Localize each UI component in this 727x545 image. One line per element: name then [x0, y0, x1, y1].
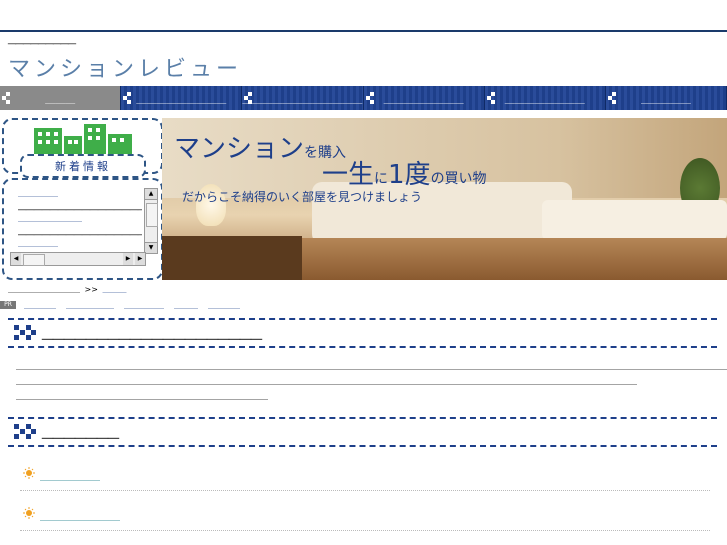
section-bullet-icon	[14, 424, 36, 439]
breadcrumb-current[interactable]: ＿＿＿	[103, 285, 127, 294]
section-header: ＿＿＿＿＿＿＿＿＿＿＿＿＿＿＿＿＿＿＿＿	[8, 318, 717, 348]
nav-item-2[interactable]: ＿＿＿＿＿＿＿＿＿	[121, 86, 243, 110]
scroll-down-icon[interactable]: ▼	[145, 242, 157, 253]
news-vertical-scrollbar[interactable]: ▲ ▼	[144, 188, 158, 254]
list-item[interactable]: ＿＿＿＿＿＿	[20, 460, 710, 491]
sofa-decoration	[542, 200, 727, 240]
news-list: ＿＿＿＿＿ ＿＿＿＿＿＿＿＿＿＿＿＿＿＿＿＿ ＿＿＿＿＿＿＿＿ ＿＿＿＿＿＿＿＿…	[18, 188, 142, 250]
nav-item-6[interactable]: ＿＿＿＿＿	[605, 86, 727, 110]
body-line: ＿＿＿＿＿＿＿＿＿＿＿＿＿＿＿＿＿＿＿＿＿＿＿＿＿＿＿＿＿＿＿＿＿＿＿＿＿＿＿＿…	[16, 377, 638, 387]
main-nav: ＿＿＿ ＿＿＿＿＿＿＿＿＿ ＿＿＿＿＿＿＿＿＿＿＿＿ ＿＿＿＿＿＿＿＿ ＿＿＿＿…	[0, 86, 727, 110]
banner-word: マンション	[174, 134, 305, 164]
nav-item-home[interactable]: ＿＿＿	[0, 86, 122, 110]
list-item-label[interactable]: ＿＿＿＿＿＿＿＿	[40, 508, 120, 523]
banner-word: の買い物	[430, 171, 487, 187]
section-body: ＿＿＿＿＿＿＿＿＿＿＿＿＿＿＿＿＿＿＿＿＿＿＿＿＿＿＿＿＿＿＿＿＿＿＿＿＿＿＿＿…	[16, 360, 727, 405]
arrow-icon	[607, 92, 616, 104]
arrow-icon	[2, 92, 10, 104]
banner-line-1: マンションを購入	[174, 128, 346, 165]
news-list-box: ＿＿＿＿＿ ＿＿＿＿＿＿＿＿＿＿＿＿＿＿＿＿ ＿＿＿＿＿＿＿＿ ＿＿＿＿＿＿＿＿…	[2, 178, 163, 280]
nav-label: ＿＿＿＿＿＿＿＿＿	[136, 94, 227, 106]
site-tagline: ＿＿＿＿＿＿＿＿＿	[8, 36, 76, 45]
news-panel: 新着情報 ＿＿＿＿＿ ＿＿＿＿＿＿＿＿＿＿＿＿＿＿＿＿ ＿＿＿＿＿＿＿＿ ＿＿＿…	[0, 118, 163, 280]
nav-label: ＿＿＿＿＿＿＿＿＿＿＿＿	[242, 94, 363, 106]
body-line: ＿＿＿＿＿＿＿＿＿＿＿＿＿＿＿＿＿＿＿＿＿＿＿＿＿＿＿＿	[16, 392, 269, 402]
nav-label: ＿＿＿＿＿＿＿＿	[383, 94, 464, 106]
scroll-thumb[interactable]	[23, 254, 45, 266]
scroll-thumb[interactable]	[146, 203, 158, 227]
nav-label: ＿＿＿	[45, 94, 76, 106]
pr-row: PR ＿＿＿＿ ＿＿＿＿＿＿ ＿＿＿＿＿ ＿＿＿ ＿＿＿＿	[0, 300, 250, 310]
pr-link[interactable]: ＿＿＿＿	[208, 300, 240, 311]
body-line: ＿＿＿＿＿＿＿＿＿＿＿＿＿＿＿＿＿＿＿＿＿＿＿＿＿＿＿＿＿＿＿＿＿＿＿＿＿＿＿＿…	[16, 362, 727, 372]
section-title: ＿＿＿＿＿＿＿	[42, 427, 119, 440]
nav-item-4[interactable]: ＿＿＿＿＿＿＿＿	[363, 86, 485, 110]
section-bullet-icon	[14, 325, 36, 340]
site-title[interactable]: マンションレビュー	[8, 51, 242, 83]
banner-word: に	[374, 171, 389, 187]
table-decoration	[162, 236, 302, 280]
banner-word: 1度	[388, 160, 431, 190]
arrow-icon	[123, 92, 132, 104]
nav-item-5[interactable]: ＿＿＿＿＿＿＿＿	[484, 86, 606, 110]
pr-link[interactable]: ＿＿＿	[174, 300, 198, 311]
hero-banner: マンションを購入 一生に1度の買い物 だからこそ納得のいく部屋を見つけましょう	[162, 118, 727, 280]
section-title: ＿＿＿＿＿＿＿＿＿＿＿＿＿＿＿＿＿＿＿＿	[42, 328, 262, 341]
pr-badge: PR	[0, 301, 16, 309]
list-item[interactable]: ＿＿＿＿＿＿＿＿	[20, 500, 710, 531]
news-link[interactable]: ＿＿＿＿＿＿＿＿	[18, 213, 142, 226]
list-item-label[interactable]: ＿＿＿＿＿＿	[40, 468, 100, 483]
arrow-icon	[365, 92, 374, 104]
news-horizontal-scrollbar[interactable]: ◀ ▶ ▶	[10, 252, 146, 266]
scroll-up-icon[interactable]: ▲	[145, 189, 157, 200]
sun-icon	[23, 507, 35, 519]
banner-line-3: だからこそ納得のいく部屋を見つけましょう	[182, 190, 423, 204]
scroll-right-small-icon[interactable]: ▶	[123, 253, 133, 265]
news-text: ＿＿＿＿＿＿＿＿＿＿＿＿＿＿＿＿＿＿＿＿＿	[18, 226, 142, 236]
banner-line-2: 一生に1度の買い物	[322, 154, 487, 191]
news-link[interactable]: ＿＿＿＿＿	[18, 238, 142, 250]
breadcrumb-home[interactable]: ＿＿＿＿＿＿＿＿＿	[8, 285, 80, 294]
nav-label: ＿＿＿＿＿＿＿＿	[504, 94, 585, 106]
pr-link[interactable]: ＿＿＿＿＿	[124, 300, 164, 311]
sun-icon	[23, 467, 35, 479]
breadcrumb-separator: >>	[84, 285, 98, 294]
arrow-icon	[244, 92, 253, 104]
news-text: ＿＿＿＿＿＿＿＿＿＿＿＿＿＿＿＿	[18, 201, 142, 211]
breadcrumb: ＿＿＿＿＿＿＿＿＿ >> ＿＿＿	[8, 284, 127, 295]
nav-item-3[interactable]: ＿＿＿＿＿＿＿＿＿＿＿＿	[242, 86, 364, 110]
banner-word: 一生	[322, 160, 375, 190]
scroll-left-icon[interactable]: ◀	[11, 253, 21, 265]
pr-link[interactable]: ＿＿＿＿	[24, 300, 56, 311]
nav-label: ＿＿＿＿＿	[640, 94, 691, 106]
pr-link[interactable]: ＿＿＿＿＿＿	[66, 300, 114, 311]
news-title: 新着情報	[20, 154, 146, 178]
scroll-right-icon[interactable]: ▶	[135, 253, 145, 265]
top-border	[0, 30, 727, 32]
section-header: ＿＿＿＿＿＿＿	[8, 417, 717, 447]
arrow-icon	[486, 92, 495, 104]
news-link[interactable]: ＿＿＿＿＿	[18, 188, 142, 201]
